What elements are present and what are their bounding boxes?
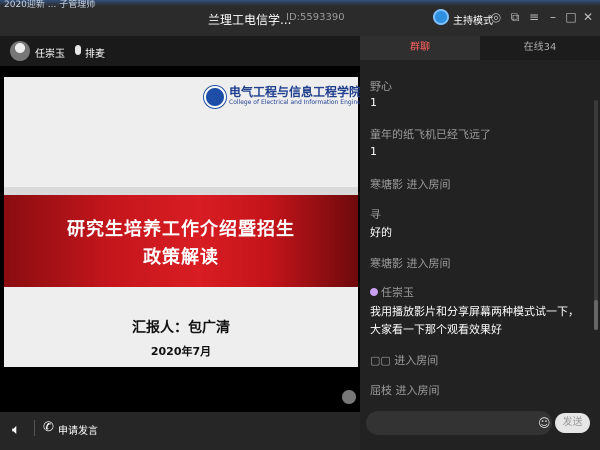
message-body: 1 [370, 145, 377, 158]
presenter-bar: 任崇玉 排麦 [0, 36, 360, 66]
message-body: 大家看一下那个观看效果好 [370, 323, 502, 336]
system-message: 寒塘影 进入房间 [370, 178, 451, 191]
tab-group-chat[interactable]: 群聊 [360, 36, 480, 60]
system-message: 寒塘影 进入房间 [370, 257, 451, 270]
close-icon[interactable]: ✕ [580, 9, 596, 25]
tab-online[interactable]: 在线34 [480, 36, 600, 60]
settings-icon[interactable]: ◎ [488, 9, 504, 25]
message-body: 好的 [370, 226, 392, 239]
slide-title-band [4, 195, 358, 287]
chat-input[interactable] [366, 411, 552, 435]
system-message: ▢▢ 进入房间 [370, 354, 439, 367]
shared-slide: 电气工程与信息工程学院 College of Electrical and In… [4, 77, 376, 367]
slide-reporter: 汇报人：包广清 [132, 320, 230, 336]
avatar[interactable] [10, 41, 30, 61]
chat-scroll-thumb[interactable] [594, 300, 598, 330]
microphone-icon[interactable] [75, 45, 81, 55]
message-list: 野心 1 童年的纸飞机已经飞远了 1 寒塘影 进入房间 寻 好的 寒塘影 进入房… [360, 60, 592, 406]
host-badge-icon [370, 288, 378, 296]
send-button[interactable]: 发送 [555, 413, 590, 433]
system-message: 屈枝 进入房间 [370, 384, 440, 397]
emoji-icon[interactable]: ☺ [538, 416, 551, 430]
window-title: 兰理工电信学... [208, 13, 292, 27]
message-nickname: 野心 [370, 80, 392, 93]
mic-toggle-icon[interactable] [342, 390, 356, 404]
message-nickname: 任崇玉 [381, 286, 414, 299]
message-body: 我用播放影片和分享屏幕两种模式试一下， [370, 305, 579, 318]
college-name-en: College of Electrical and Information En… [229, 99, 377, 106]
message-nickname: 童年的纸飞机已经飞远了 [370, 128, 491, 141]
phone-icon[interactable]: ✆ [43, 420, 54, 435]
minimize-icon[interactable]: – [545, 9, 561, 25]
desktop-partial-text: 2020迎新 ... 子管理师 [4, 0, 96, 10]
message-nickname: 寻 [370, 208, 381, 221]
chat-scrollbar[interactable] [594, 100, 598, 320]
control-divider [34, 420, 35, 436]
slide-date: 2020年7月 [150, 345, 212, 358]
title-bar: 2020迎新 ... 子管理师 兰理工电信学... ID:5593390 主持模… [0, 0, 600, 36]
slide-band-shadow [4, 187, 358, 195]
menu-icon[interactable]: ≡ [526, 9, 542, 25]
message-body: 1 [370, 96, 377, 109]
queue-mic-label[interactable]: 排麦 [85, 45, 105, 60]
college-name-cn: 电气工程与信息工程学院 [229, 85, 362, 99]
host-mode-label[interactable]: 主持模式 [453, 12, 493, 27]
volume-icon[interactable]: 🔈︎ [12, 422, 20, 438]
room-id: ID:5593390 [286, 12, 345, 23]
slide-title-line1: 研究生培养工作介绍暨招生 [67, 219, 295, 240]
video-control-bar [0, 412, 360, 450]
host-mode-icon[interactable] [433, 9, 449, 25]
college-logo-icon [204, 86, 226, 108]
popout-icon[interactable]: ⧉ [507, 9, 523, 25]
slide-title-line2: 政策解读 [143, 247, 219, 268]
chat-tabs: 群聊 在线34 [360, 36, 600, 60]
presenter-name: 任崇玉 [35, 49, 65, 60]
apply-speak-button[interactable]: 申请发言 [58, 422, 98, 437]
maximize-icon[interactable]: □ [563, 9, 579, 25]
